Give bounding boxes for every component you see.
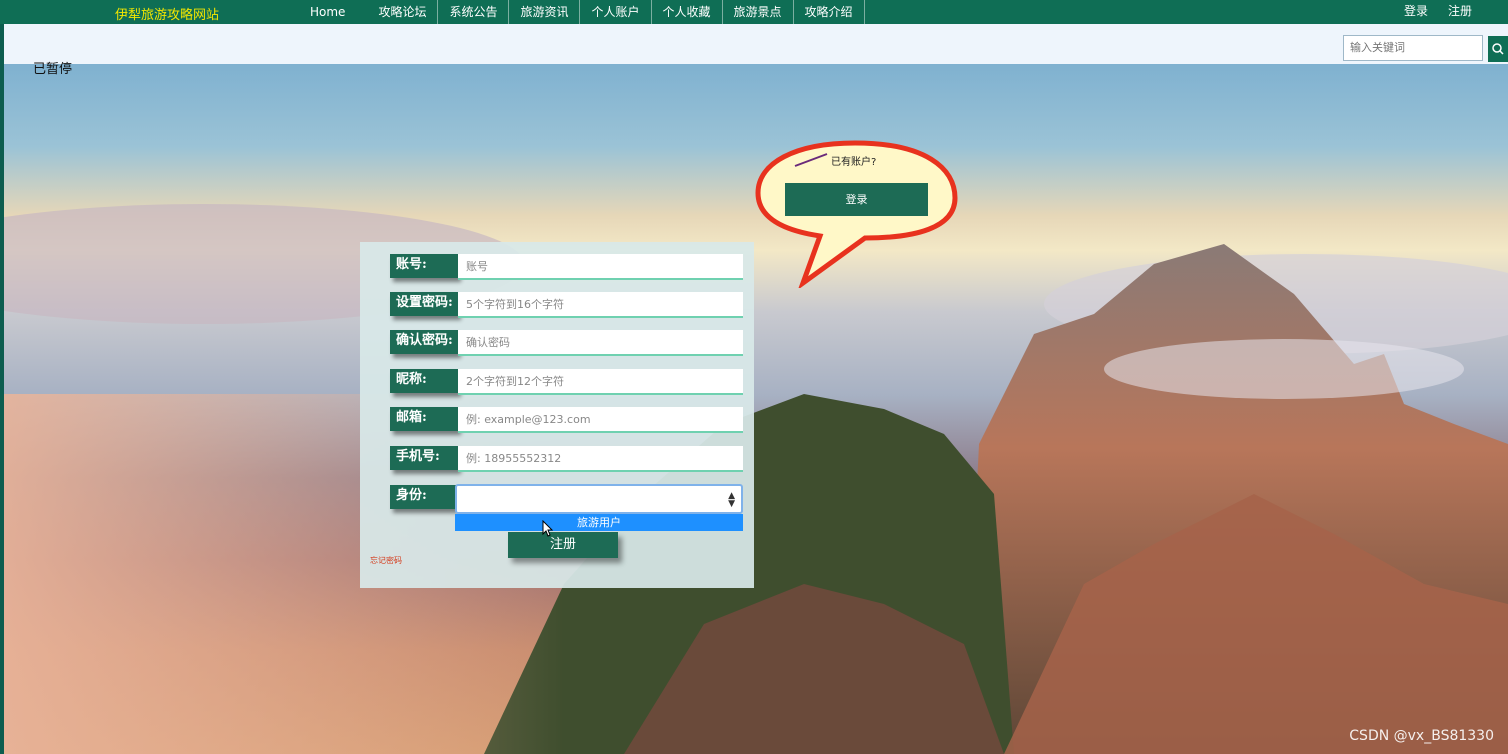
mouse-cursor-icon (542, 520, 554, 537)
email-input[interactable]: 例: example@123.com (458, 407, 743, 433)
search-input[interactable] (1343, 35, 1483, 61)
field-label: 手机号: (390, 446, 458, 470)
nav-link-notice[interactable]: 系统公告 (438, 0, 510, 24)
bubble-login-button[interactable]: 登录 (785, 183, 928, 216)
site-brand[interactable]: 伊犁旅游攻略网站 (115, 4, 219, 23)
role-option-tourist[interactable]: 旅游用户 (455, 514, 743, 531)
register-button[interactable]: 注册 (508, 532, 618, 558)
nav-register-link[interactable]: 注册 (1448, 0, 1472, 22)
nav-link-news[interactable]: 旅游资讯 (509, 0, 581, 24)
nav-link-account[interactable]: 个人账户 (580, 0, 652, 24)
auth-links: 登录 注册 (1404, 0, 1472, 22)
field-label: 邮箱: (390, 407, 458, 431)
nickname-input[interactable]: 2个字符到12个字符 (458, 369, 743, 395)
forgot-password-link[interactable]: 忘记密码 (370, 555, 402, 566)
watermark: CSDN @vx_BS81330 (1349, 728, 1494, 744)
role-select[interactable]: ▲ ▼ (455, 484, 743, 514)
field-label: 确认密码: (390, 330, 458, 354)
search-button[interactable] (1488, 36, 1508, 62)
top-nav: 伊犁旅游攻略网站 Home 攻略论坛 系统公告 旅游资讯 个人账户 个人收藏 旅… (0, 0, 1508, 24)
nav-login-link[interactable]: 登录 (1404, 0, 1428, 22)
nav-link-home[interactable]: Home (298, 0, 367, 24)
confirm-password-input[interactable]: 确认密码 (458, 330, 743, 356)
account-input[interactable]: 账号 (458, 254, 743, 280)
have-account-text: 已有账户? (831, 157, 877, 168)
search-icon (1492, 43, 1504, 55)
field-label: 身份: (390, 485, 458, 509)
nav-link-forum[interactable]: 攻略论坛 (367, 0, 439, 24)
password-input[interactable]: 5个字符到16个字符 (458, 292, 743, 318)
field-label: 账号: (390, 254, 458, 278)
nav-links: Home 攻略论坛 系统公告 旅游资讯 个人账户 个人收藏 旅游景点 攻略介绍 (298, 0, 865, 24)
field-label: 昵称: (390, 369, 458, 393)
paused-indicator: 已暂停 (33, 62, 73, 77)
field-label: 设置密码: (390, 292, 458, 316)
phone-input[interactable]: 例: 18955552312 (458, 446, 743, 472)
nav-link-guides[interactable]: 攻略介绍 (794, 0, 865, 24)
register-panel: 账号: 账号 设置密码: 5个字符到16个字符 确认密码: 确认密码 昵称: 2… (360, 242, 754, 588)
select-arrows-icon: ▲ ▼ (728, 491, 735, 509)
nav-link-attractions[interactable]: 旅游景点 (723, 0, 794, 24)
sub-header-bar (4, 24, 1508, 64)
nav-link-favorites[interactable]: 个人收藏 (652, 0, 723, 24)
